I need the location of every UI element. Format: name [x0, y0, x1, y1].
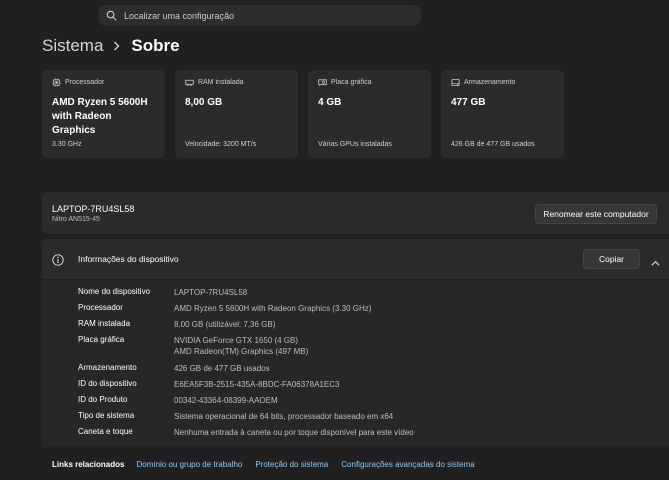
card-value: AMD Ryzen 5 5600H with Radeon Graphics [52, 97, 148, 136]
card-processor: Processador AMD Ryzen 5 5600H with Radeo… [42, 70, 165, 158]
card-subtext: 426 GB de 477 GB usados [451, 141, 535, 148]
breadcrumb-parent[interactable]: Sistema [42, 36, 103, 56]
spec-value: NVIDIA GeForce GTX 1650 (4 GB) AMD Radeo… [174, 335, 308, 357]
storage-icon [451, 78, 460, 87]
device-summary: LAPTOP-7RU4SL58 Nitro AN515-45 Renomear … [42, 192, 669, 234]
chevron-up-icon[interactable] [651, 255, 660, 266]
device-info-specs: Nome do dispositivo LAPTOP-7RU4SL58 Proc… [42, 280, 669, 447]
card-label: RAM instalada [198, 79, 244, 86]
spec-label: Nome do dispositivo [78, 287, 151, 296]
search-icon [106, 10, 117, 21]
spec-value-line: NVIDIA GeForce GTX 1650 (4 GB) [174, 336, 299, 345]
related-links-bar: Links relacionados Domínio ou grupo de t… [42, 449, 669, 480]
card-value: 8,00 GB [185, 97, 223, 108]
spec-row: Tipo de sistema Sistema operacional de 6… [78, 411, 393, 422]
device-info-header[interactable]: Informações do dispositivo Copiar [42, 239, 669, 279]
card-value: 4 GB [318, 97, 342, 108]
search-box[interactable] [98, 5, 421, 26]
card-ram: RAM instalada 8,00 GB Velocidade: 3200 M… [175, 70, 298, 158]
card-value: 477 GB [451, 97, 486, 108]
card-label: Processador [65, 79, 105, 86]
spec-label: Placa gráfica [78, 335, 125, 344]
spec-row: ID do Produto 00342-43364-08399-AAOEM [78, 395, 278, 406]
card-label: Placa gráfica [331, 79, 372, 86]
spec-value-line: AMD Radeon(TM) Graphics (497 MB) [174, 347, 309, 356]
spec-row: Caneta e toque Nenhuma entrada à caneta … [78, 427, 414, 438]
rename-pc-button[interactable]: Renomear este computador [535, 204, 657, 224]
search-input[interactable] [124, 10, 394, 21]
gpu-icon [318, 78, 327, 87]
link-system-protection[interactable]: Proteção do sistema [255, 460, 328, 469]
related-links-title: Links relacionados [52, 460, 125, 469]
spec-label: Armazenamento [78, 363, 137, 372]
spec-value: E6EA5F3B-2515-435A-8BDC-FA06378A1EC3 [174, 380, 340, 389]
card-subtext: Velocidade: 3200 MT/s [185, 141, 257, 148]
spec-row: ID do dispositivo E6EA5F3B-2515-435A-8BD… [78, 379, 339, 390]
chevron-right-icon [113, 41, 120, 51]
processor-icon [52, 78, 61, 87]
card-subtext: Várias GPUs instaladas [318, 141, 392, 148]
link-advanced-system-settings[interactable]: Configurações avançadas do sistema [341, 460, 474, 469]
spec-label: Processador [78, 303, 123, 312]
spec-label: Caneta e toque [78, 427, 133, 436]
copy-button[interactable]: Copiar [583, 249, 640, 269]
device-info-title: Informações do dispositivo [78, 254, 179, 264]
spec-value: 426 GB de 477 GB usados [174, 364, 270, 373]
spec-label: RAM instalada [78, 319, 131, 328]
spec-value: Nenhuma entrada à caneta ou por toque di… [174, 428, 414, 437]
spec-row: RAM instalada 8,00 GB (utilizável: 7,36 … [78, 319, 275, 330]
breadcrumb: Sistema Sobre [42, 36, 180, 56]
ram-icon [185, 78, 194, 87]
spec-value: LAPTOP-7RU4SL58 [174, 288, 248, 297]
spec-label: ID do dispositivo [78, 379, 137, 388]
spec-value: 8,00 GB (utilizável: 7,36 GB) [174, 320, 276, 329]
spec-value: AMD Ryzen 5 5600H with Radeon Graphics (… [174, 304, 372, 313]
spec-value: 00342-43364-08399-AAOEM [174, 396, 278, 405]
card-label: Armazenamento [464, 79, 516, 86]
card-subtext: 3.30 GHz [52, 141, 82, 148]
spec-label: ID do Produto [78, 395, 128, 404]
link-domain-workgroup[interactable]: Domínio ou grupo de trabalho [136, 460, 242, 469]
card-storage: Armazenamento 477 GB 426 GB de 477 GB us… [441, 70, 564, 158]
info-icon [52, 253, 64, 266]
spec-row: Processador AMD Ryzen 5 5600H with Radeo… [78, 303, 371, 314]
page-title: Sobre [131, 36, 180, 55]
card-gpu: Placa gráfica 4 GB Várias GPUs instalada… [308, 70, 431, 158]
spec-row: Nome do dispositivo LAPTOP-7RU4SL58 [78, 287, 247, 298]
device-name: LAPTOP-7RU4SL58 [52, 204, 135, 214]
spec-row: Armazenamento 426 GB de 477 GB usados [78, 363, 270, 374]
spec-value: Sistema operacional de 64 bits, processa… [174, 412, 394, 421]
device-model: Nitro AN515-45 [52, 216, 100, 223]
spec-label: Tipo de sistema [78, 411, 135, 420]
spec-row: Placa gráfica NVIDIA GeForce GTX 1650 (4… [78, 335, 308, 357]
